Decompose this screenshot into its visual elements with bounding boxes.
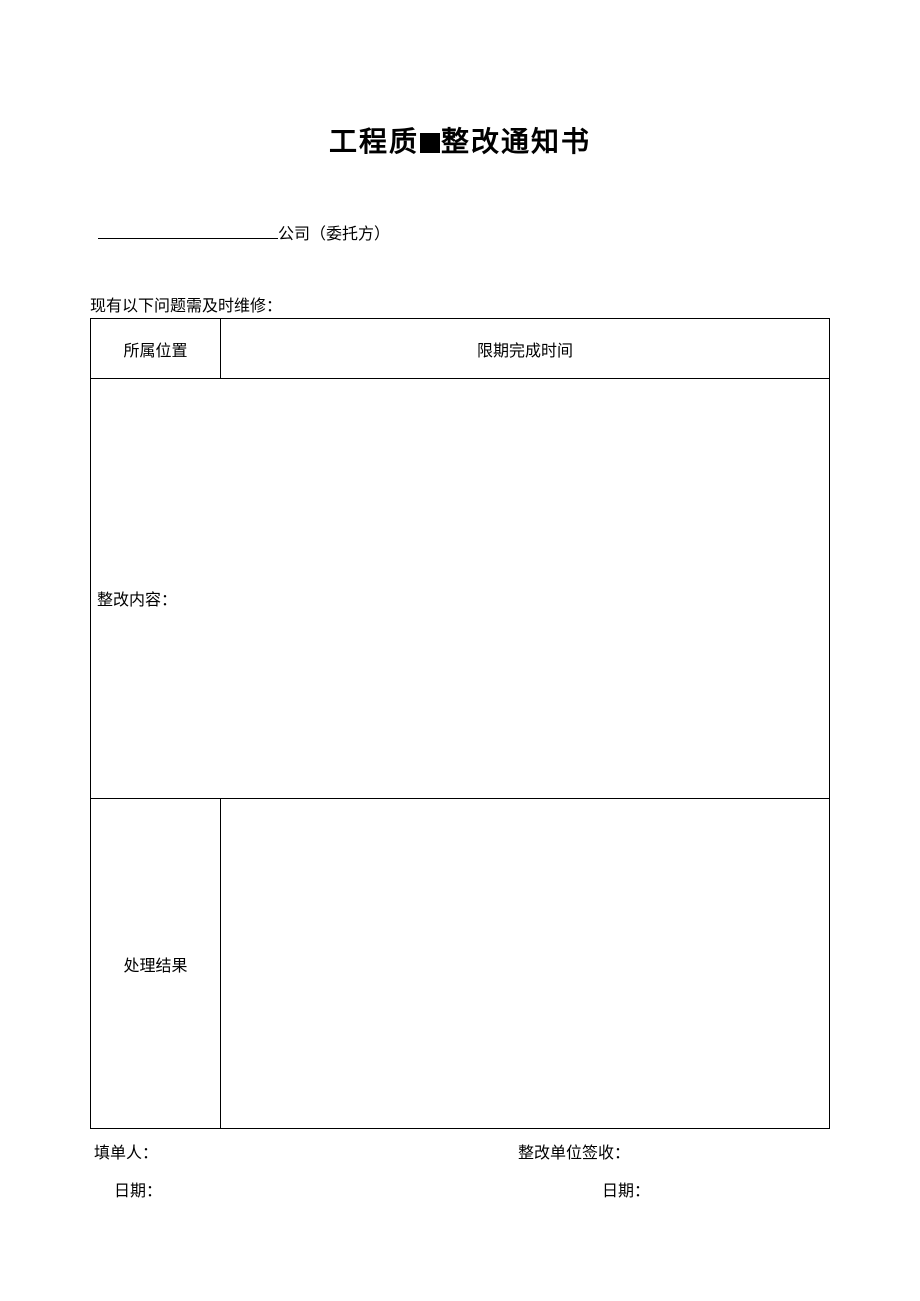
filler-label: 填单人：	[90, 1139, 158, 1163]
document-title: 工程质整改通知书	[90, 120, 830, 160]
form-table: 所属位置 限期完成时间 整改内容： 处理结果	[90, 318, 830, 1129]
title-part2: 整改通知书	[441, 126, 591, 157]
footer-row-signatures: 填单人： 整改单位签收：	[90, 1139, 830, 1163]
date-label-left: 日期：	[90, 1177, 162, 1201]
result-label: 处理结果	[91, 799, 221, 1129]
table-result-row: 处理结果	[91, 799, 830, 1129]
title-part1: 工程质	[329, 126, 419, 157]
header-deadline: 限期完成时间	[221, 319, 830, 379]
company-suffix: 公司（委托方）	[278, 226, 390, 243]
signer-label: 整改单位签收：	[158, 1139, 630, 1163]
date-label-right: 日期：	[162, 1177, 650, 1201]
result-value-cell	[221, 799, 830, 1129]
footer: 填单人： 整改单位签收： 日期： 日期：	[90, 1139, 830, 1201]
company-blank-underline	[98, 223, 278, 239]
table-content-row: 整改内容：	[91, 379, 830, 799]
content-label: 整改内容：	[91, 568, 829, 610]
page-container: 工程质整改通知书 公司（委托方） 现有以下问题需及时维修： 所属位置 限期完成时…	[0, 0, 920, 1201]
header-location: 所属位置	[91, 319, 221, 379]
company-line: 公司（委托方）	[98, 220, 830, 244]
content-cell: 整改内容：	[91, 379, 830, 799]
table-header-row: 所属位置 限期完成时间	[91, 319, 830, 379]
title-black-box-icon	[420, 133, 440, 153]
intro-text: 现有以下问题需及时维修：	[90, 292, 830, 316]
footer-row-dates: 日期： 日期：	[90, 1177, 830, 1201]
